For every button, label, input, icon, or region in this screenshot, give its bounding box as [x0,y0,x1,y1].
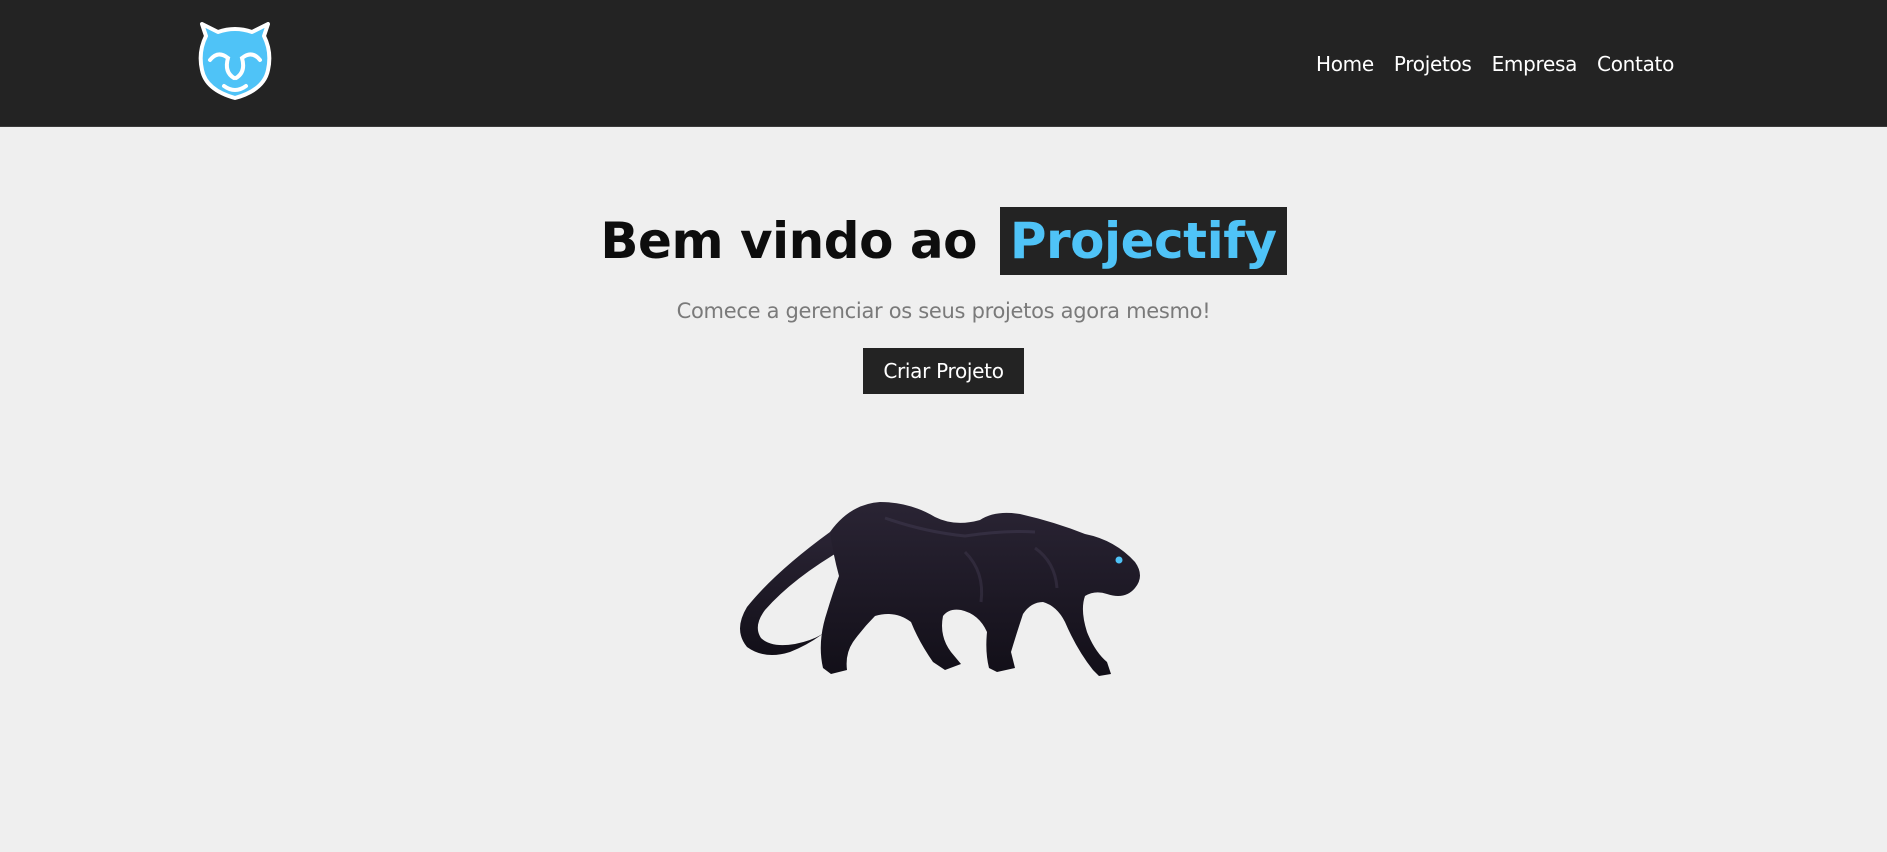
hero-subtitle: Comece a gerenciar os seus projetos agor… [676,299,1211,323]
nav-link-projetos[interactable]: Projetos [1394,52,1472,76]
hero-section: Bem vindo ao Projectify Comece a gerenci… [0,126,1887,394]
panther-head-icon [198,22,272,100]
main-nav: Home Projetos Empresa Contato [1316,50,1674,78]
hero-title-prefix: Bem vindo ao [600,212,977,270]
nav-link-home[interactable]: Home [1316,52,1374,76]
create-project-button[interactable]: Criar Projeto [863,348,1024,394]
nav-link-empresa[interactable]: Empresa [1492,52,1578,76]
nav-item-empresa: Empresa [1492,50,1578,78]
nav-item-home: Home [1316,50,1374,78]
nav-item-contato: Contato [1597,50,1674,78]
navbar: Home Projetos Empresa Contato [0,0,1887,127]
panther-illustration [740,502,1140,676]
nav-item-projetos: Projetos [1394,50,1472,78]
nav-link-contato[interactable]: Contato [1597,52,1674,76]
brand-highlight: Projectify [999,207,1287,275]
hero-title: Bem vindo ao Projectify [0,207,1887,275]
logo-link[interactable] [198,22,272,100]
